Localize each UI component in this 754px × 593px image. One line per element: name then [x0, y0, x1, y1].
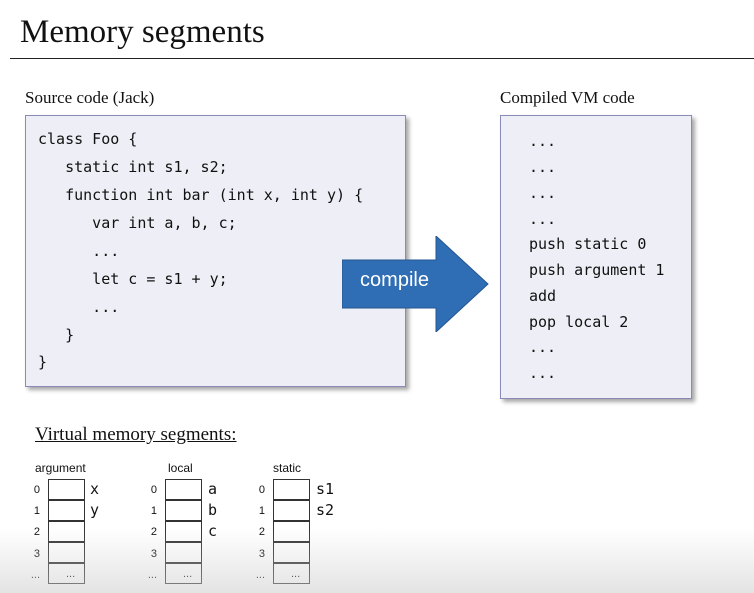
segment-index: 2	[150, 526, 157, 538]
compiled-code-box: ... ... ... ... push static 0 push argum…	[500, 115, 692, 399]
vm-line-5: push static 0	[529, 235, 647, 253]
segment-cell	[48, 500, 85, 521]
vm-line-8: pop local 2	[529, 313, 629, 331]
vm-line-10: ...	[529, 364, 557, 382]
segment-cell	[273, 479, 310, 500]
vm-line-7: add	[529, 287, 557, 305]
segment-cell	[165, 521, 202, 542]
segment-index: 3	[33, 548, 40, 560]
source-line-6: let c = s1 + y;	[38, 270, 228, 288]
segment-index: 2	[33, 526, 40, 538]
segment-cell-dots: ...	[291, 568, 301, 580]
segment-var: b	[208, 501, 218, 519]
segment-var: s1	[316, 480, 335, 498]
segment-index: 3	[258, 548, 265, 560]
segment-cell	[48, 521, 85, 542]
segment-index: 2	[258, 526, 265, 538]
segment-name: static	[273, 461, 302, 475]
source-line-9: }	[38, 353, 48, 371]
segment-index: 3	[150, 548, 157, 560]
segment-var: x	[90, 480, 100, 498]
segment-index: ...	[147, 569, 157, 581]
vm-line-2: ...	[529, 158, 557, 176]
segment-cell	[273, 542, 310, 563]
segment-cell	[48, 479, 85, 500]
virtual-segments-heading: Virtual memory segments:	[35, 424, 237, 445]
compile-label: compile	[360, 269, 429, 291]
segment-index: 1	[150, 505, 157, 517]
segment-var: c	[208, 522, 218, 540]
segment-index: ...	[255, 569, 265, 581]
source-line-3: function int bar (int x, int y) {	[38, 186, 364, 204]
source-line-8: }	[38, 326, 75, 344]
segment-cell	[165, 542, 202, 563]
segment-var: s2	[316, 501, 335, 519]
segment-cell-dots: ...	[183, 568, 193, 580]
vm-line-6: push argument 1	[529, 261, 665, 279]
source-line-5: ...	[38, 242, 120, 260]
vm-line-9: ...	[529, 338, 557, 356]
bottom-shade	[0, 528, 754, 593]
segment-cell-dots: ...	[66, 568, 76, 580]
segment-cell	[273, 500, 310, 521]
segment-index: 0	[258, 484, 265, 496]
segment-index: 0	[150, 484, 157, 496]
segment-var: y	[90, 501, 100, 519]
source-line-4: var int a, b, c;	[38, 214, 237, 232]
source-line-1: class Foo {	[38, 130, 138, 148]
segment-cell	[48, 542, 85, 563]
segment-index: ...	[30, 569, 40, 581]
segment-cell	[165, 479, 202, 500]
title-divider	[10, 58, 754, 59]
segment-index: 0	[33, 484, 40, 496]
source-line-2: static int s1, s2;	[38, 158, 228, 176]
segment-name: argument	[35, 461, 86, 475]
segment-cell	[273, 521, 310, 542]
segment-name: local	[168, 461, 193, 475]
source-code-label: Source code (Jack)	[25, 88, 155, 107]
segment-index: 1	[33, 505, 40, 517]
segment-cell	[165, 500, 202, 521]
vm-line-4: ...	[529, 210, 557, 228]
vm-line-1: ...	[529, 132, 557, 150]
vm-line-3: ...	[529, 184, 557, 202]
compiled-code-label: Compiled VM code	[500, 88, 635, 107]
slide-title: Memory segments	[20, 14, 265, 50]
segment-var: a	[208, 480, 218, 498]
source-line-7: ...	[38, 298, 120, 316]
segment-index: 1	[258, 505, 265, 517]
